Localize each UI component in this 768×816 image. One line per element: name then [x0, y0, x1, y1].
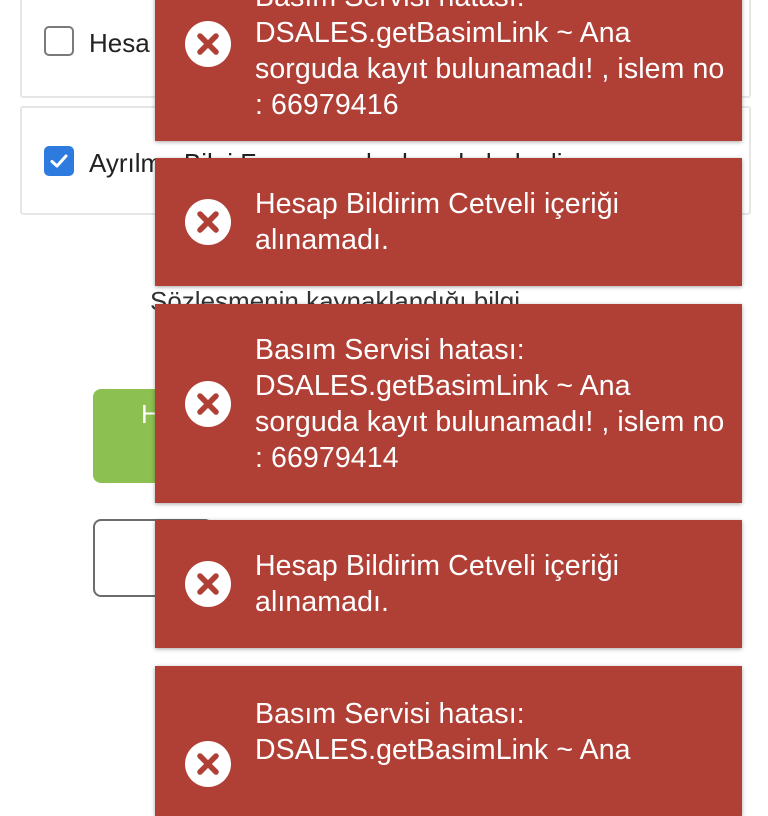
close-circle-icon: [185, 199, 231, 245]
toast-message: Basım Servisi hatası: DSALES.getBasimLin…: [255, 333, 725, 474]
error-toast[interactable]: Hesap Bildirim Cetveli içeriği alınamadı…: [155, 520, 742, 648]
error-toast[interactable]: Basım Servisi hatası: DSALES.getBasimLin…: [155, 304, 742, 503]
error-toast[interactable]: Basım Servisi hatası: DSALES.getBasimLin…: [155, 666, 742, 816]
toast-message: Basım Servisi hatası: DSALES.getBasimLin…: [255, 0, 725, 121]
checkbox-checked[interactable]: [44, 146, 74, 176]
toast-message: Hesap Bildirim Cetveli içeriği alınamadı…: [255, 550, 620, 618]
close-circle-icon: [185, 561, 231, 607]
toast-message: Basım Servisi hatası: DSALES.getBasimLin…: [255, 698, 631, 766]
checkmark-icon: [50, 154, 68, 168]
error-toast[interactable]: Hesap Bildirim Cetveli içeriği alınamadı…: [155, 158, 742, 286]
close-circle-icon: [185, 381, 231, 427]
close-circle-icon: [185, 741, 231, 787]
checkbox-label-1: Hesa: [89, 28, 150, 58]
toast-message: Hesap Bildirim Cetveli içeriği alınamadı…: [255, 188, 620, 256]
checkbox-unchecked[interactable]: [44, 26, 74, 56]
close-circle-icon: [185, 21, 231, 67]
error-toast[interactable]: Basım Servisi hatası: DSALES.getBasimLin…: [155, 0, 742, 141]
